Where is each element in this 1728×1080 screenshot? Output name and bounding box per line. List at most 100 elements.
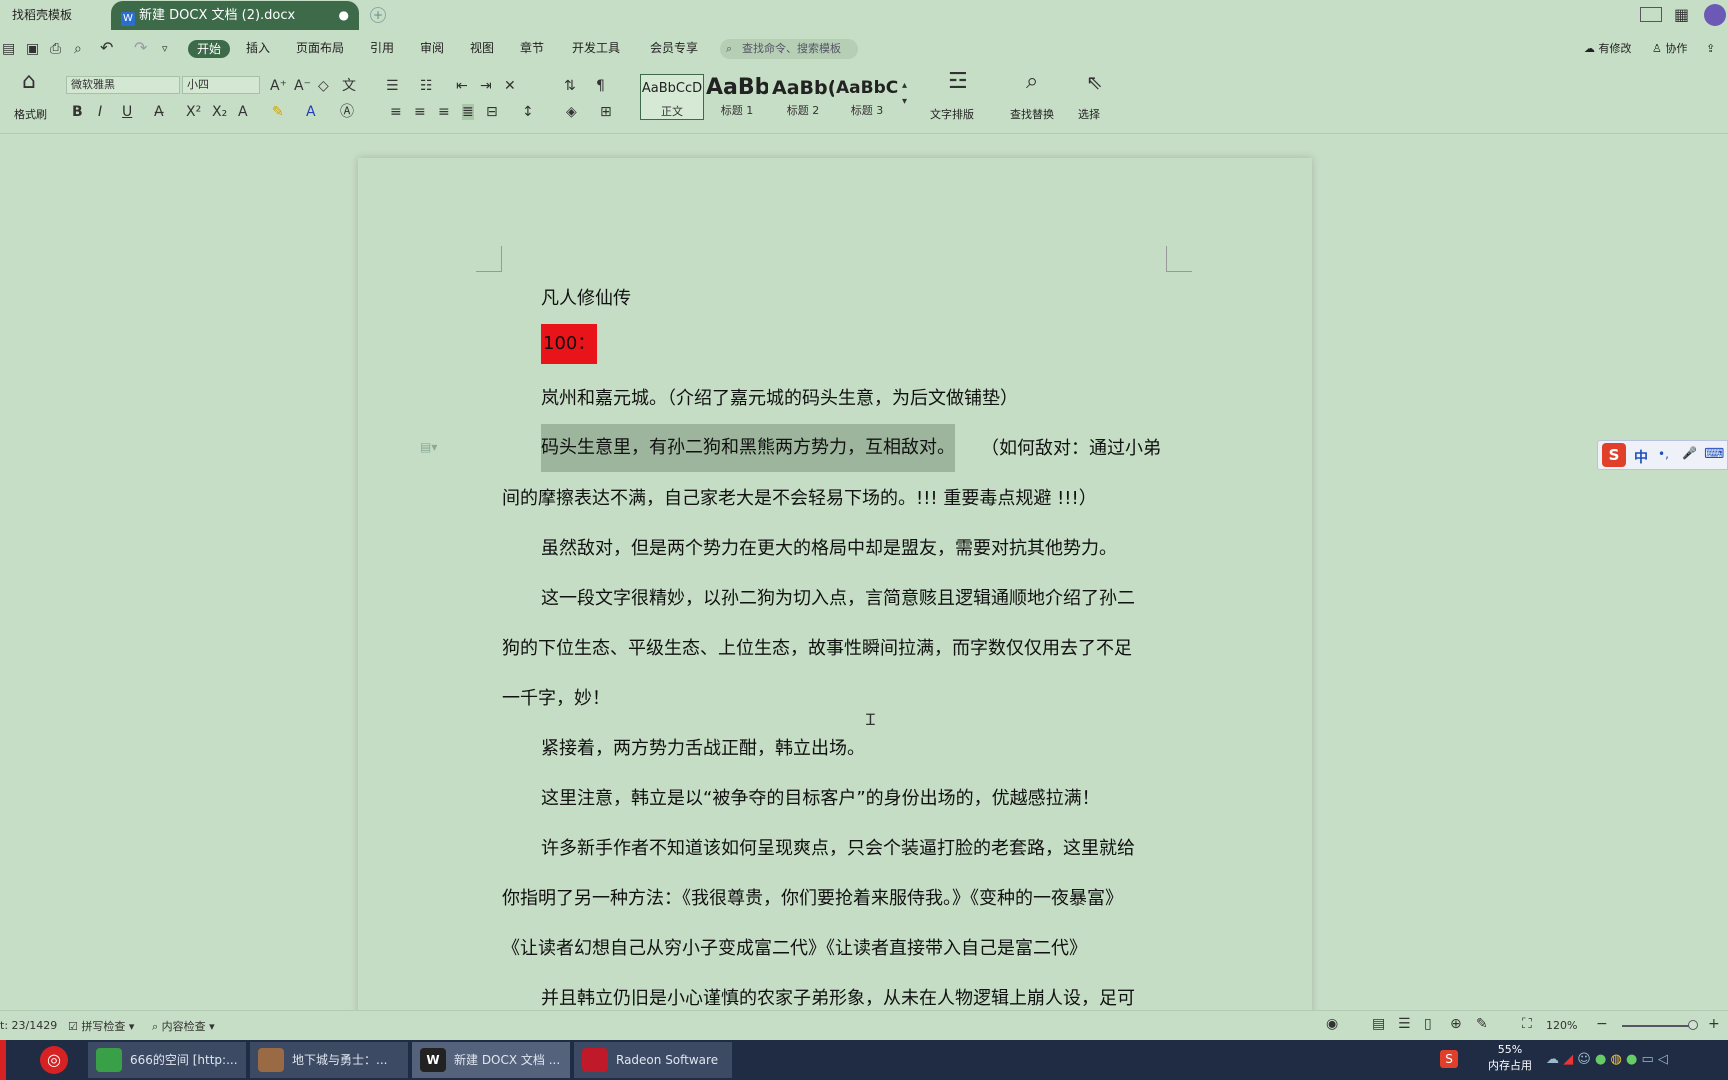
sort-icon[interactable]: ⇅	[564, 78, 576, 94]
select-label[interactable]: 选择	[1078, 106, 1100, 122]
taskbar-app-wps[interactable]: W 新建 DOCX 文档 ...	[412, 1042, 570, 1078]
system-tray[interactable]: ☁ ◢ ☺ ● ◍ ● ▭ ◁	[1546, 1052, 1668, 1067]
zoom-level[interactable]: 120%	[1546, 1019, 1577, 1032]
collab-button[interactable]: ♙ 协作	[1652, 31, 1687, 66]
outline-view-icon[interactable]: ☰	[1398, 1016, 1411, 1032]
redo-icon[interactable]: ↷	[134, 40, 147, 56]
tab-document[interactable]: W 新建 DOCX 文档 (2).docx ●	[111, 1, 359, 30]
doc-paragraph[interactable]: 紧接着，两方势力舌战正酣，韩立出场。	[541, 736, 865, 762]
doc-paragraph[interactable]: （如何敌对：通过小弟	[981, 436, 1161, 462]
export-pdf-icon[interactable]: ▣	[26, 41, 39, 57]
doc-paragraph[interactable]: 这里注意，韩立是以“被争夺的目标客户”的身份出场的，优越感拉满！	[541, 786, 1100, 812]
zoom-in-icon[interactable]: +	[1708, 1016, 1720, 1032]
edit-mode-icon[interactable]: ✎	[1476, 1016, 1488, 1032]
menu-developer[interactable]: 开发工具	[572, 31, 620, 66]
text-layout-icon[interactable]: ☲	[948, 71, 968, 93]
menu-references[interactable]: 引用	[370, 31, 394, 66]
menu-view[interactable]: 视图	[470, 31, 494, 66]
paragraph-marker-icon[interactable]: ▤▾	[420, 440, 437, 454]
numbered-list-icon[interactable]: ☷	[420, 78, 433, 94]
unsaved-indicator[interactable]: ●	[339, 1, 349, 30]
tab-template-store[interactable]: 找稻壳模板	[0, 0, 72, 31]
style-heading-2[interactable]: AaBb( 标题 2	[772, 74, 834, 120]
decrease-font-icon[interactable]: A⁻	[294, 78, 311, 94]
italic-icon[interactable]: I	[98, 104, 102, 120]
sogou-tray-icon[interactable]: S	[1440, 1050, 1458, 1068]
subscript-icon[interactable]: X₂	[212, 104, 227, 120]
menu-home[interactable]: 开始	[188, 40, 231, 58]
revise-button[interactable]: ☁ 有修改	[1584, 31, 1632, 66]
menu-insert[interactable]: 插入	[246, 31, 270, 66]
show-marks-icon[interactable]: ¶	[596, 78, 605, 94]
justify-icon[interactable]: ≣	[462, 104, 474, 120]
phonetic-icon[interactable]: 文	[342, 78, 356, 94]
menu-review[interactable]: 审阅	[420, 31, 444, 66]
doc-paragraph[interactable]: 间的摩擦表达不满，自己家老大是不会轻易下场的。!!! 重要毒点规避 !!!）	[502, 486, 1097, 512]
zoom-slider[interactable]	[1622, 1025, 1694, 1027]
doc-paragraph[interactable]: 虽然敌对，但是两个势力在更大的格局中却是盟友，需要对抗其他势力。	[541, 536, 1117, 562]
punctuation-icon[interactable]: •,	[1658, 447, 1669, 461]
zoom-out-icon[interactable]: −	[1596, 1016, 1608, 1032]
spell-check-button[interactable]: ☑ 拼写检查 ▾	[68, 1018, 134, 1034]
highlight-icon[interactable]: ✎	[272, 104, 284, 120]
distributed-align-icon[interactable]: ⊟	[486, 104, 498, 120]
doc-paragraph[interactable]: 岚州和嘉元城。（介绍了嘉元城的码头生意，为后文做铺垫）	[541, 386, 1018, 412]
bold-icon[interactable]: B	[72, 104, 83, 120]
doc-paragraph[interactable]: 一千字，妙！	[502, 686, 610, 712]
avatar[interactable]	[1704, 4, 1726, 26]
share-icon[interactable]: ⇪	[1706, 31, 1715, 66]
menu-page-layout[interactable]: 页面布局	[296, 31, 344, 66]
taskbar-app-radeon[interactable]: Radeon Software	[574, 1042, 732, 1078]
web-view-icon[interactable]: ⊕	[1450, 1016, 1462, 1032]
line-spacing-icon[interactable]: ↕	[522, 104, 534, 120]
menu-membership[interactable]: 会员专享	[650, 31, 698, 66]
doc-paragraph[interactable]: 许多新手作者不知道该如何呈现爽点，只会个装逼打脸的老套路，这里就给	[541, 836, 1135, 862]
bullet-list-icon[interactable]: ☰	[386, 78, 399, 94]
superscript-icon[interactable]: X²	[186, 104, 201, 120]
page-word-count[interactable]: t: 23/1429	[0, 1019, 57, 1032]
doc-paragraph[interactable]: 狗的下位生态、平级生态、上位生态，故事性瞬间拉满，而字数仅仅用去了不足	[502, 636, 1132, 662]
doc-paragraph[interactable]: 并且韩立仍旧是小心谨慎的农家子弟形象，从未在人物逻辑上崩人设，足可	[541, 986, 1135, 1012]
ime-mode-toggle[interactable]: 中	[1634, 447, 1648, 467]
chevron-down-icon[interactable]: ▿	[162, 41, 168, 57]
format-painter-icon[interactable]: ⌂	[22, 71, 36, 93]
highlighted-chapter-number[interactable]: 100：	[541, 324, 598, 364]
underline-icon[interactable]: U	[122, 104, 132, 120]
netease-music-icon[interactable]: ◎	[40, 1046, 68, 1074]
align-left-icon[interactable]: ≡	[390, 104, 402, 120]
apps-grid-icon[interactable]: ▦	[1674, 7, 1689, 23]
document-page[interactable]: 凡人修仙传 100： 岚州和嘉元城。（介绍了嘉元城的码头生意，为后文做铺垫） 码…	[358, 158, 1312, 1018]
doc-paragraph[interactable]: 这一段文字很精妙，以孙二狗为切入点，言简意赅且逻辑通顺地介绍了孙二	[541, 586, 1135, 612]
font-size-select[interactable]: 小四	[182, 76, 260, 94]
eye-protection-icon[interactable]: ◉	[1326, 1016, 1338, 1032]
start-button[interactable]	[0, 1040, 6, 1080]
save-icon[interactable]: ▤	[2, 41, 15, 57]
style-normal[interactable]: AaBbCcD 正文	[640, 74, 704, 120]
memory-usage[interactable]: 55% 内存占用	[1480, 1042, 1540, 1074]
cursor-select-icon[interactable]: ⇖	[1086, 72, 1103, 92]
find-replace-label[interactable]: 查找替换	[1010, 106, 1054, 122]
print-icon[interactable]: ⎙	[50, 41, 61, 57]
borders-icon[interactable]: ⊞	[600, 104, 612, 120]
zoom-slider-handle[interactable]	[1688, 1020, 1698, 1030]
text-layout-label[interactable]: 文字排版	[930, 106, 974, 122]
microphone-icon[interactable]: 🎤	[1682, 446, 1697, 460]
print-preview-icon[interactable]: ⌕	[74, 41, 82, 57]
taskbar-app-game[interactable]: 地下城与勇士：...	[250, 1042, 408, 1078]
shading-icon[interactable]: ◈	[566, 104, 577, 120]
char-border-icon[interactable]: Ⓐ	[340, 104, 354, 120]
new-tab-button[interactable]: +	[370, 7, 386, 23]
menu-section[interactable]: 章节	[520, 31, 544, 66]
undo-icon[interactable]: ↶	[100, 40, 113, 56]
keyboard-icon[interactable]: ⌨	[1704, 446, 1724, 462]
style-heading-3[interactable]: AaBbC 标题 3	[836, 74, 898, 120]
find-replace-icon[interactable]: ⌕	[1026, 71, 1038, 93]
format-painter-label[interactable]: 格式刷	[14, 106, 47, 122]
clear-format-icon[interactable]: ◇	[318, 78, 329, 94]
doc-paragraph[interactable]: 你指明了另一种方法：《我很尊贵，你们要抢着来服侍我。》《变种的一夜暴富》	[502, 886, 1123, 912]
text-effect-icon[interactable]: A	[238, 104, 248, 120]
align-center-icon[interactable]: ≡	[414, 104, 426, 120]
selected-text[interactable]: 码头生意里，有孙二狗和黑熊两方势力，互相敌对。	[541, 424, 955, 472]
command-search-input[interactable]: ⌕ 查找命令、搜索模板	[720, 39, 858, 59]
fit-page-icon[interactable]: ⛶	[1522, 1016, 1532, 1032]
